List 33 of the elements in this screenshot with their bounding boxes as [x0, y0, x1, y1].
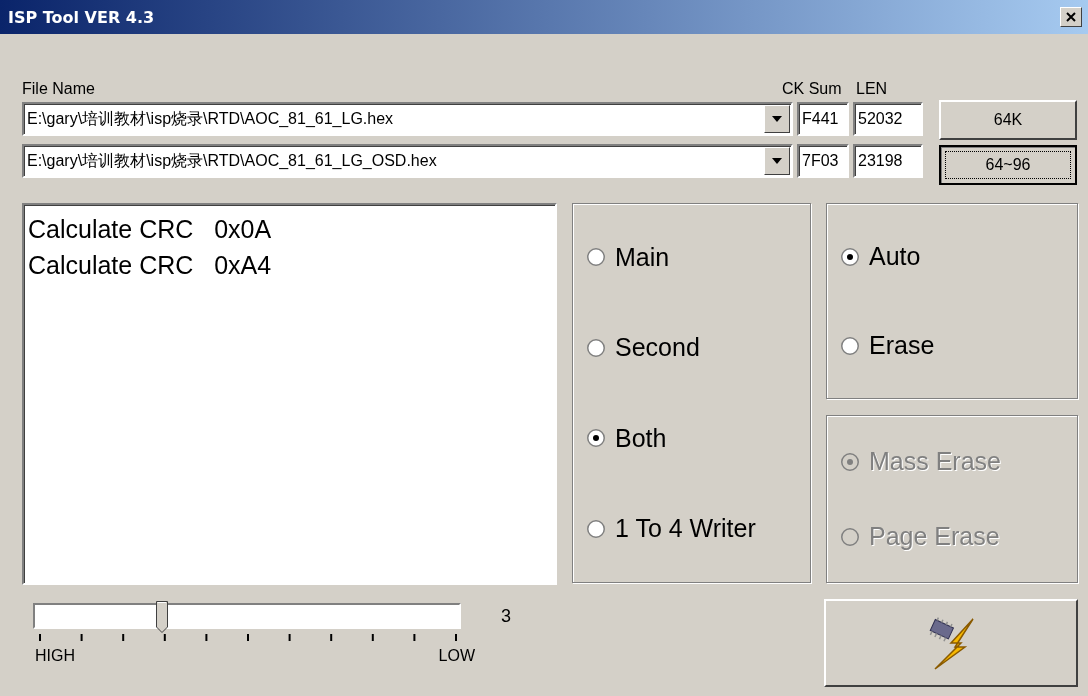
log-line: Calculate CRC 0x0A	[28, 214, 273, 245]
radio-option[interactable]: Second	[587, 333, 796, 363]
radio-option[interactable]: Both	[587, 423, 796, 453]
low-label: LOW	[438, 647, 475, 665]
radio-option[interactable]: Auto	[841, 242, 1063, 271]
length-field[interactable]: 23198	[853, 144, 923, 178]
slider-thumb[interactable]	[156, 601, 169, 633]
radio-option[interactable]: Main	[587, 242, 796, 272]
radio-circle-icon[interactable]	[587, 338, 605, 357]
radio-option[interactable]: 1 To 4 Writer	[587, 514, 796, 544]
window-title: ISP Tool VER 4.3	[8, 7, 155, 27]
radio-circle-icon[interactable]	[587, 519, 605, 538]
radio-circle-icon[interactable]	[841, 336, 859, 355]
file-path-combo[interactable]: E:\gary\培训教材\isp烧录\RTD\AOC_81_61_LG.hex	[22, 102, 793, 136]
radio-option[interactable]: Erase	[841, 331, 1063, 360]
checksum-field[interactable]: F441	[797, 102, 849, 136]
checksum-label: CK Sum	[782, 80, 843, 98]
flash-button[interactable]	[824, 599, 1078, 687]
log-line: Calculate CRC 0xA4	[28, 250, 273, 281]
radio-circle-icon[interactable]	[841, 247, 859, 266]
close-button[interactable]	[1060, 7, 1082, 27]
file-name-label: File Name	[22, 80, 96, 98]
length-field[interactable]: 52032	[853, 102, 923, 136]
radio-circle-icon[interactable]	[587, 429, 605, 448]
size-button[interactable]: 64K	[939, 100, 1077, 140]
file-path-combo[interactable]: E:\gary\培训教材\isp烧录\RTD\AOC_81_61_LG_OSD.hex	[22, 144, 793, 178]
length-label: LEN	[856, 80, 888, 98]
close-icon	[1065, 11, 1077, 23]
high-label: HIGH	[35, 647, 75, 665]
checksum-field[interactable]: 7F03	[797, 144, 849, 178]
size-button[interactable]: 64~96	[939, 145, 1077, 185]
radio-circle-icon[interactable]	[587, 248, 605, 267]
slider-value: 3	[501, 605, 511, 627]
